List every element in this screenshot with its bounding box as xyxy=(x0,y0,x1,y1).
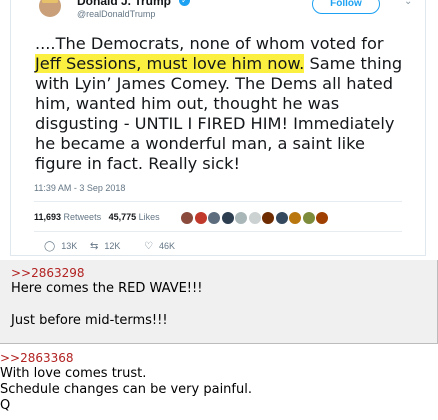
liker-avatar[interactable] xyxy=(221,211,234,224)
tweet-stats: 11,693 Retweets 45,775 Likes xyxy=(34,212,160,222)
tweet-text-segment: Same thing xyxy=(304,54,403,73)
reply-count: 13K xyxy=(61,241,78,251)
tweet-line: with Lyin’ James Comey. The Dems all hat… xyxy=(35,74,423,94)
post-text-line: Q xyxy=(0,398,11,413)
like-action[interactable]: ♡ 46K xyxy=(144,241,175,252)
tweet-text-segment: with Lyin’ James Comey. The Dems all hat… xyxy=(35,74,393,93)
tweet-text-segment: him, wanted him out, thought he was xyxy=(35,94,340,113)
liker-avatar[interactable] xyxy=(262,211,274,224)
tweet-text-segment: figure in fact. Really sick! xyxy=(35,154,241,173)
reply-post: >>2863298 Here comes the RED WAVE!!! Jus… xyxy=(0,260,438,344)
heart-icon: ♡ xyxy=(144,241,153,252)
retweet-action[interactable]: ⇆ 12K xyxy=(90,241,120,252)
highlighted-text: Jeff Sessions, must love him now. xyxy=(35,54,305,73)
liker-avatar[interactable] xyxy=(275,211,288,224)
like-count[interactable]: 45,775 xyxy=(109,212,137,222)
retweet-action-count: 12K xyxy=(104,241,121,251)
post-reference-link[interactable]: >>2863298 xyxy=(11,266,85,280)
retweet-icon: ⇆ xyxy=(90,241,99,252)
tweet-line: figure in fact. Really sick! xyxy=(35,154,423,174)
tweet-author-name[interactable]: Donald J. Trump xyxy=(77,0,171,8)
liker-avatar[interactable] xyxy=(208,211,220,224)
liker-avatar[interactable] xyxy=(194,211,207,224)
tweet-text: ....The Democrats, none of whom voted fo… xyxy=(35,34,423,174)
tweet-line: ....The Democrats, none of whom voted fo… xyxy=(35,34,423,54)
tweet-line: him, wanted him out, thought he was xyxy=(35,94,423,114)
liker-avatar[interactable] xyxy=(289,211,301,224)
like-label[interactable]: Likes xyxy=(139,212,160,222)
divider xyxy=(34,201,402,202)
tweet-line: Jeff Sessions, must love him now. Same t… xyxy=(35,54,423,74)
tweet-line: disgusting - UNTIL I FIRED HIM! Immediat… xyxy=(35,114,423,134)
tweet-text-segment: ....The Democrats, none of whom voted fo… xyxy=(35,34,384,53)
reply-action[interactable]: ◯ 13K xyxy=(44,241,77,252)
embedded-tweet: Donald J. Trump ✓ @realDonaldTrump Follo… xyxy=(10,0,426,256)
tweet-author-handle[interactable]: @realDonaldTrump xyxy=(77,9,155,19)
post-text-line: Just before mid-terms!!! xyxy=(11,313,168,328)
like-action-count: 46K xyxy=(158,241,175,251)
verified-badge-icon: ✓ xyxy=(179,0,190,6)
liker-avatar[interactable] xyxy=(316,211,328,224)
liker-avatar[interactable] xyxy=(235,211,247,224)
tweet-line: he became a wonderful man, a saint like xyxy=(35,134,423,154)
post-text-line: With love comes trust. xyxy=(0,366,147,381)
post-text-line: Schedule changes can be very painful. xyxy=(0,382,252,397)
follow-button[interactable]: Follow xyxy=(312,0,380,14)
tweet-text-segment: he became a wonderful man, a saint like xyxy=(35,134,365,153)
liker-avatar[interactable] xyxy=(302,211,315,224)
retweet-label[interactable]: Retweets xyxy=(64,212,102,222)
chevron-down-icon[interactable]: ⌄ xyxy=(404,0,412,7)
liker-avatar[interactable] xyxy=(248,211,261,224)
tweet-timestamp[interactable]: 11:39 AM - 3 Sep 2018 xyxy=(34,183,125,193)
reply-icon: ◯ xyxy=(44,241,56,252)
retweet-count[interactable]: 11,693 xyxy=(34,212,61,222)
avatar[interactable] xyxy=(39,0,61,17)
post-reference-link[interactable]: >>2863368 xyxy=(0,351,74,365)
post-text-line: Here comes the RED WAVE!!! xyxy=(11,281,203,296)
divider xyxy=(34,231,402,232)
liker-avatars xyxy=(181,209,330,227)
liker-avatar[interactable] xyxy=(181,211,193,224)
tweet-text-segment: disgusting - UNTIL I FIRED HIM! Immediat… xyxy=(35,114,395,133)
